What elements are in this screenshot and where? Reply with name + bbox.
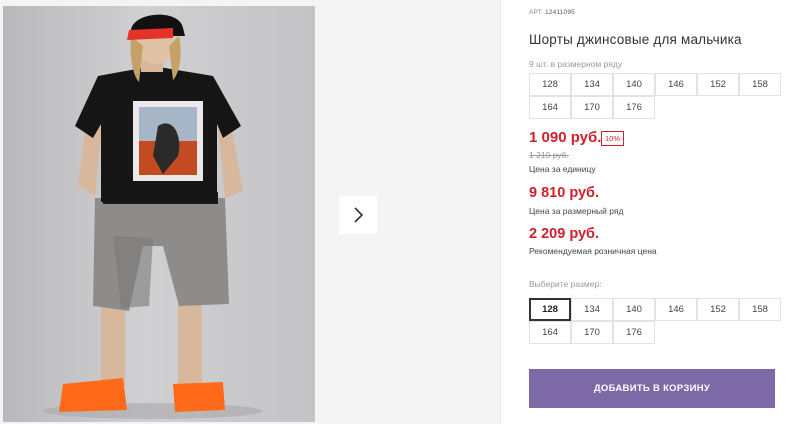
chevron-right-icon — [354, 207, 364, 223]
product-panel: АРТ 12411095 Шорты джинсовые для мальчика… — [529, 0, 781, 424]
product-photo-illustration — [43, 14, 263, 419]
product-photo — [3, 6, 315, 422]
size-option-158[interactable]: 158 — [739, 298, 781, 321]
article-number: АРТ 12411095 — [529, 9, 575, 16]
size-option-134[interactable]: 134 — [571, 298, 613, 321]
old-price: 1 210 руб. — [529, 150, 569, 160]
choose-size-label: Выберите размер: — [529, 279, 602, 289]
article-value: 12411095 — [544, 9, 575, 16]
row-price: 9 810 руб. — [529, 185, 600, 201]
row-size-cell-164: 164 — [529, 96, 571, 119]
row-price-caption: Цена за размерный ряд — [529, 206, 624, 216]
product-gallery — [0, 0, 500, 424]
product-title: Шорты джинсовые для мальчика — [529, 32, 742, 47]
size-row-note: 9 шт. в размерном ряду — [529, 59, 623, 69]
row-size-cell-140: 140 — [613, 73, 655, 96]
article-label: АРТ — [529, 9, 542, 16]
unit-price: 1 090 руб. — [529, 129, 602, 146]
size-option-164[interactable]: 164 — [529, 321, 571, 344]
unit-price-caption: Цена за единицу — [529, 164, 596, 174]
discount-badge: 10% — [601, 131, 625, 146]
size-option-176[interactable]: 176 — [613, 321, 655, 344]
retail-price: 2 209 руб. — [529, 226, 600, 242]
size-option-140[interactable]: 140 — [613, 298, 655, 321]
row-size-cell-128: 128 — [529, 73, 571, 96]
row-size-cell-170: 170 — [571, 96, 613, 119]
row-size-cell-146: 146 — [655, 73, 697, 96]
gallery-next-button[interactable] — [339, 196, 377, 234]
size-option-128[interactable]: 128 — [529, 298, 571, 321]
add-to-cart-button[interactable]: ДОБАВИТЬ В КОРЗИНУ — [529, 369, 775, 408]
row-size-cell-176: 176 — [613, 96, 655, 119]
retail-price-caption: Рекомендуемая розничная цена — [529, 246, 657, 256]
size-option-146[interactable]: 146 — [655, 298, 697, 321]
size-option-152[interactable]: 152 — [697, 298, 739, 321]
vertical-divider — [500, 0, 501, 424]
row-size-cell-152: 152 — [697, 73, 739, 96]
row-size-cell-134: 134 — [571, 73, 613, 96]
row-size-cell-158: 158 — [739, 73, 781, 96]
size-option-170[interactable]: 170 — [571, 321, 613, 344]
